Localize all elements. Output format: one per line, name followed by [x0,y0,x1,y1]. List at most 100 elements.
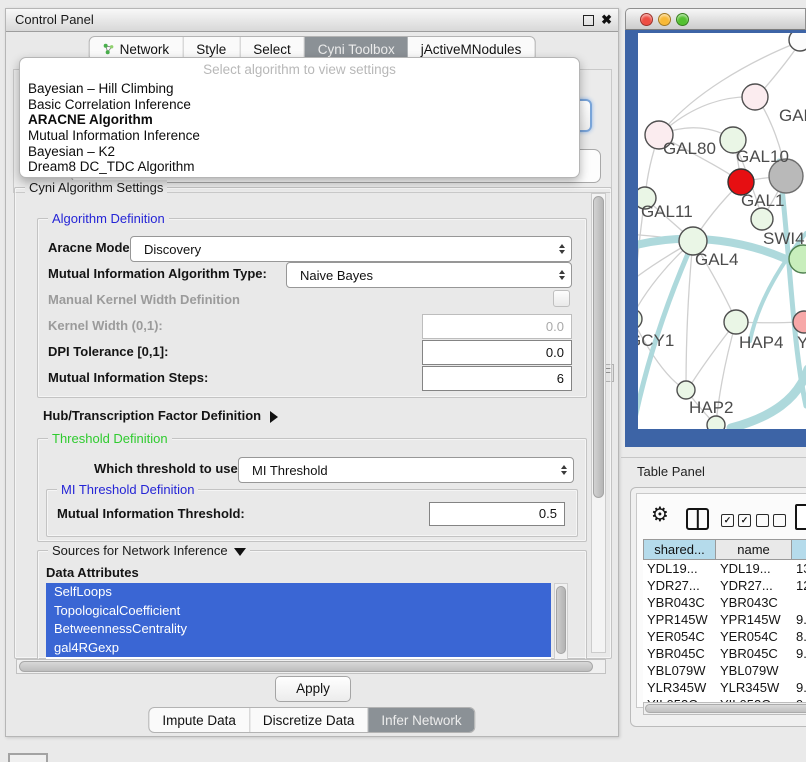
window-close-button[interactable] [640,13,653,26]
node-hap4[interactable] [724,310,748,334]
settings-horizontal-scrollbar[interactable] [16,659,606,674]
table-row[interactable]: YER054CYER054C8. [643,628,806,645]
column-header-shared[interactable]: shared... [643,539,716,560]
node-swi4[interactable] [751,208,773,230]
expanded-arrow-icon [234,548,246,556]
tab-label: Cyni Toolbox [318,42,395,57]
table-cell: YBR045C [716,645,792,662]
algorithm-option-mutual-information-inference[interactable]: Mutual Information Inference [20,128,579,144]
node-hap2[interactable] [677,381,695,399]
kernel-width-field[interactable]: 0.0 [422,314,572,339]
mi-steps-field[interactable]: 6 [422,366,572,391]
node-unlabeled[interactable] [789,33,806,51]
mi-algorithm-type-value: Naive Bayes [300,268,373,283]
network-canvas-container[interactable]: GALGAL80GAL10GAL1GAL11GAL4SWI4GCY1HAP4YH… [638,33,806,429]
window-minimize-button[interactable] [658,13,671,26]
attribute-gal4rgexp[interactable]: gal4RGexp [46,639,551,658]
table-cell: 13 [792,560,806,577]
column-header-col2[interactable] [792,539,806,560]
algorithm-option-bayesian-hill-climbing[interactable]: Bayesian – Hill Climbing [20,81,579,97]
table-panel-inner: ⚙ ✓ ✓ shared...name YDL19...YDL19...13YD… [636,493,806,708]
table-row[interactable]: YBR043CYBR043C [643,594,806,611]
gear-icon[interactable]: ⚙ [651,502,669,526]
settings-vertical-scrollbar-thumb[interactable] [593,196,604,498]
tab-discretize-data[interactable]: Discretize Data [250,708,369,732]
apply-button[interactable]: Apply [275,676,351,702]
table-horizontal-scrollbar[interactable] [643,702,806,715]
sources-group-title[interactable]: Sources for Network Inference [48,543,250,558]
algorithm-option-bayesian-k2[interactable]: Bayesian – K2 [20,144,579,160]
table-panel: ⚙ ✓ ✓ shared...name YDL19...YDL19...13YD… [630,487,806,727]
manual-kernel-width-checkbox[interactable] [553,290,570,307]
attribute-topologicalcoefficient[interactable]: TopologicalCoefficient [46,602,551,621]
attributes-list-scrollbar[interactable] [554,583,568,661]
threshold-definition-title: Threshold Definition [48,431,172,446]
table-cell: YBL079W [716,662,792,679]
dpi-tolerance-field[interactable]: 0.0 [422,340,572,365]
mi-algorithm-type-label: Mutual Information Algorithm Type: [48,266,267,281]
screen: Control Panel ✖ NetworkStyleSelectCyni T… [0,0,806,762]
table-cell: YER054C [716,628,792,645]
table-cell [792,662,806,679]
table-cell: 8. [792,628,806,645]
select-none-icon[interactable] [756,514,786,527]
tab-impute-data[interactable]: Impute Data [149,708,250,732]
mi-threshold-field[interactable]: 0.5 [429,502,565,526]
table-cell: YBR043C [716,594,792,611]
table-cell: 12 [792,577,806,594]
tab-label: Impute Data [162,713,236,728]
tab-infer-network[interactable]: Infer Network [368,708,474,732]
mi-threshold-label: Mutual Information Threshold: [57,506,245,521]
network-window-titlebar[interactable] [625,8,806,30]
which-threshold-label: Which threshold to use: [94,461,242,476]
node-gcy1[interactable] [638,309,642,329]
table-row[interactable]: YDR27...YDR27...12 [643,577,806,594]
table-row[interactable]: YLR345WYLR345W9. [643,679,806,696]
settings-group-title: Cyni Algorithm Settings [25,180,167,195]
table-cell: 9. [792,611,806,628]
node-unlabeled[interactable] [707,416,725,429]
settings-vertical-scrollbar[interactable] [591,193,606,653]
split-columns-icon[interactable] [686,508,709,530]
table-horizontal-scrollbar-thumb[interactable] [645,704,806,713]
data-attributes-list[interactable]: SelfLoopsTopologicalCoefficientBetweenne… [46,583,551,661]
table-cell [792,594,806,611]
table-cell: YDL19... [643,560,716,577]
float-window-button[interactable] [583,15,594,26]
network-icon [103,43,115,55]
table-row[interactable]: YDL19...YDL19...13 [643,560,806,577]
settings-horizontal-scrollbar-thumb[interactable] [19,661,593,672]
attributes-list-scrollbar-thumb[interactable] [556,586,566,654]
table-row[interactable]: YPR145WYPR145W9. [643,611,806,628]
select-all-icon[interactable]: ✓ ✓ [721,514,751,527]
mi-algorithm-type-combo[interactable]: Naive Bayes [286,262,572,288]
node-gal[interactable] [742,84,768,110]
table-row[interactable]: YBR045CYBR045C9. [643,645,806,662]
algorithm-option-basic-correlation-inference[interactable]: Basic Correlation Inference [20,97,579,113]
tab-label: Discretize Data [263,713,355,728]
window-zoom-button[interactable] [676,13,689,26]
table-row[interactable]: YBL079WYBL079W [643,662,806,679]
which-threshold-combo[interactable]: MI Threshold [238,457,574,483]
hub-definition-toggle[interactable]: Hub/Transcription Factor Definition [43,408,278,423]
table-cell: YBR043C [643,594,716,611]
threshold-definition-group: Threshold Definition Which threshold to … [37,438,587,542]
node-label-hap4: HAP4 [739,333,783,352]
table-cell: 9. [792,645,806,662]
hub-definition-label: Hub/Transcription Factor Definition [43,408,261,423]
algorithm-definition-title: Algorithm Definition [48,211,169,226]
network-graph[interactable]: GALGAL80GAL10GAL1GAL11GAL4SWI4GCY1HAP4YH… [638,33,806,429]
tab-label: Style [196,42,226,57]
aracne-mode-combo[interactable]: Discovery [130,236,572,262]
algorithm-option-dream8-dc-tdc-algorithm[interactable]: Dream8 DC_TDC Algorithm [20,159,579,175]
collapsed-panel-fragment[interactable] [8,753,48,762]
table-panel-title: Table Panel [637,464,705,479]
attribute-selfloops[interactable]: SelfLoops [46,583,551,602]
algorithm-option-aracne-algorithm[interactable]: ARACNE Algorithm [20,112,579,128]
document-icon[interactable] [795,504,806,530]
window-traffic-lights [640,13,689,26]
control-panel-titlebar: Control Panel ✖ [6,9,618,32]
column-header-name[interactable]: name [716,539,792,560]
attribute-betweennesscentrality[interactable]: BetweennessCentrality [46,620,551,639]
close-panel-button[interactable]: ✖ [601,11,612,29]
